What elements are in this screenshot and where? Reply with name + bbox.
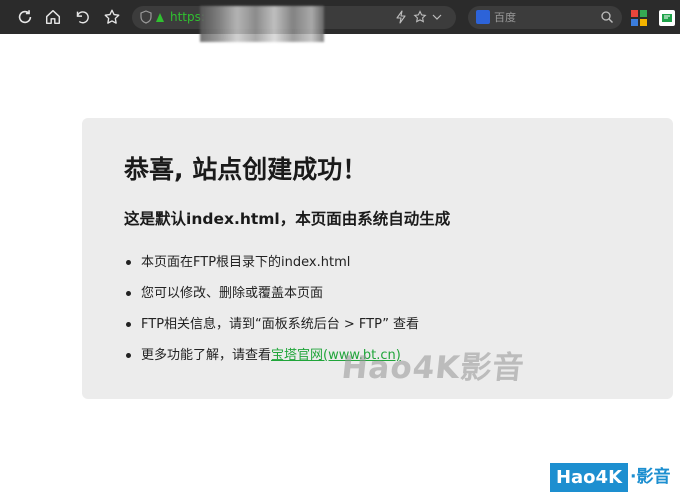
bookmark-button[interactable] [102,7,122,27]
bolt-icon[interactable] [394,10,408,24]
watermark-center: Hao4K影音 [339,350,527,386]
search-placeholder: 百度 [494,11,516,24]
undo-button[interactable] [72,7,92,27]
browser-toolbar: https: 百度 [0,0,680,42]
list-item: 您可以修改、删除或覆盖本页面 [124,278,419,309]
search-icon[interactable] [600,10,614,24]
watermark-corner-rest: ·影音 [630,467,671,487]
home-icon [45,9,61,25]
page-title: 恭喜, 站点创建成功！ [124,155,368,184]
address-bar[interactable]: https: [132,6,456,42]
undo-icon [76,11,89,24]
reload-icon [18,10,32,24]
page-subtitle: 这是默认index.html，本页面由系统自动生成 [124,210,451,228]
chevron-down-icon[interactable] [432,12,442,22]
list-item: FTP相关信息，请到“面板系统后台 > FTP” 查看 [124,309,419,340]
list-item-text: 更多功能了解，请查看 [141,348,272,363]
home-button[interactable] [43,7,63,27]
watermark-corner-box: Hao4K [550,463,628,492]
extension-grid-icon[interactable] [631,10,647,26]
reload-button[interactable] [15,7,35,27]
extension-flag-icon[interactable] [659,10,675,26]
lock-icon [156,13,164,22]
blurred-address [200,6,324,42]
star-icon[interactable] [413,10,427,24]
shield-icon[interactable] [139,10,153,24]
baidu-paw-icon [476,10,490,24]
star-icon [104,9,120,24]
search-box[interactable]: 百度 [468,6,622,29]
watermark-corner: Hao4K ·影音 [550,463,680,492]
list-item: 本页面在FTP根目录下的index.html [124,247,419,278]
